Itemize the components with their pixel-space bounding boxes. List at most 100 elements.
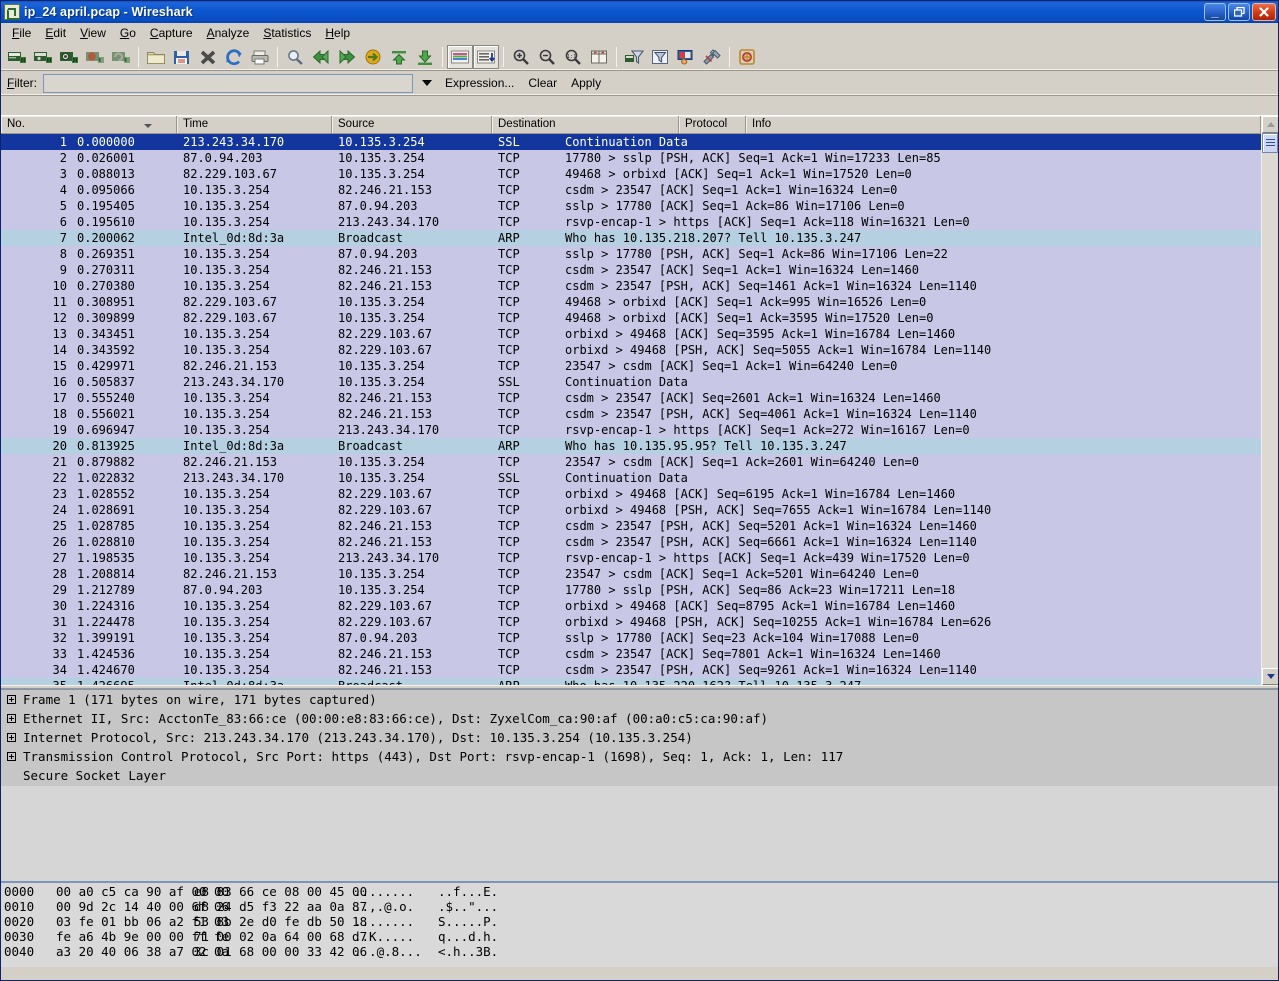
go-back-icon[interactable]	[308, 45, 334, 69]
packet-row[interactable]: 9 0.270311 10.135.3.254 82.246.21.153 TCP csd…	[1, 262, 1261, 278]
packet-row[interactable]: 32 1.399191 10.135.3.254 87.0.94.203 TCP sslp…	[1, 630, 1261, 646]
packet-bytes-hexdump[interactable]: 0000 00 a0 c5 ca 90 af 00 00e8 83 66 ce 0…	[1, 882, 1278, 967]
packet-row[interactable]: 15 0.429971 82.246.21.153 10.135.3.254 TCP 23…	[1, 358, 1261, 374]
menu-file[interactable]: File	[5, 24, 38, 42]
close-file-icon[interactable]	[195, 45, 221, 69]
menu-go[interactable]: Go	[113, 24, 143, 42]
packet-row[interactable]: 23 1.028552 10.135.3.254 82.229.103.67 TCP or…	[1, 486, 1261, 502]
detail-tree-node[interactable]: Internet Protocol, Src: 213.243.34.170 (…	[1, 728, 1278, 747]
packet-row[interactable]: 29 1.212789 87.0.94.203 10.135.3.254 TCP 1778…	[1, 582, 1261, 598]
packet-row[interactable]: 30 1.224316 10.135.3.254 82.229.103.67 TCP or…	[1, 598, 1261, 614]
zoom-out-icon[interactable]	[534, 45, 560, 69]
minimize-button[interactable]: _	[1204, 3, 1226, 21]
detail-tree-node[interactable]: Transmission Control Protocol, Src Port:…	[1, 747, 1278, 766]
packet-row[interactable]: 21 0.879882 82.246.21.153 10.135.3.254 TCP 23…	[1, 454, 1261, 470]
print-icon[interactable]	[247, 45, 273, 69]
save-file-icon[interactable]	[169, 45, 195, 69]
column-header-no[interactable]: No.	[1, 116, 177, 133]
packet-row[interactable]: 27 1.198535 10.135.3.254 213.243.34.170 TCP r…	[1, 550, 1261, 566]
packet-row[interactable]: 20 0.813925 Intel_0d:8d:3a Broadcast ARP Who …	[1, 438, 1261, 454]
list-interfaces-icon[interactable]	[4, 45, 30, 69]
packet-list-scrollbar[interactable]	[1261, 116, 1278, 685]
menu-statistics[interactable]: Statistics	[256, 24, 318, 42]
toolbar-separator	[616, 46, 617, 67]
packet-row[interactable]: 12 0.309899 82.229.103.67 10.135.3.254 TCP 49…	[1, 310, 1261, 326]
packet-row[interactable]: 8 0.269351 10.135.3.254 87.0.94.203 TCP sslp …	[1, 246, 1261, 262]
menu-capture[interactable]: Capture	[143, 24, 200, 42]
column-header-src[interactable]: Source	[332, 116, 492, 133]
detail-tree-node[interactable]: Secure Socket Layer	[1, 766, 1278, 785]
packet-row[interactable]: 14 0.343592 10.135.3.254 82.229.103.67 TCP or…	[1, 342, 1261, 358]
scrollbar-thumb[interactable]	[1262, 133, 1278, 153]
packet-row[interactable]: 28 1.208814 82.246.21.153 10.135.3.254 TCP 23…	[1, 566, 1261, 582]
menu-view[interactable]: View	[73, 24, 113, 42]
colorize-icon[interactable]	[447, 44, 473, 69]
clear-button[interactable]: Clear	[524, 76, 561, 90]
filter-input[interactable]	[43, 73, 414, 93]
zoom-in-icon[interactable]	[508, 45, 534, 69]
packet-row[interactable]: 34 1.424670 10.135.3.254 82.246.21.153 TCP cs…	[1, 662, 1261, 678]
go-to-first-icon[interactable]	[386, 45, 412, 69]
go-forward-icon[interactable]	[334, 45, 360, 69]
stop-capture-icon[interactable]	[82, 45, 108, 69]
capture-filter-icon[interactable]	[621, 45, 647, 69]
resize-columns-icon[interactable]	[586, 45, 612, 69]
packet-row[interactable]: 25 1.028785 10.135.3.254 82.246.21.153 TCP cs…	[1, 518, 1261, 534]
restart-capture-icon[interactable]	[108, 45, 134, 69]
reload-icon[interactable]	[221, 45, 247, 69]
go-to-packet-icon[interactable]	[360, 45, 386, 69]
apply-button[interactable]: Apply	[567, 76, 605, 90]
packet-row[interactable]: 10 0.270380 10.135.3.254 82.246.21.153 TCP cs…	[1, 278, 1261, 294]
zoom-reset-icon[interactable]: 1:1	[560, 45, 586, 69]
restore-button[interactable]	[1228, 3, 1250, 21]
expression-button[interactable]: Expression...	[441, 76, 518, 90]
preferences-icon[interactable]	[699, 45, 725, 69]
menu-edit[interactable]: Edit	[38, 24, 73, 42]
scroll-up-icon[interactable]	[1262, 116, 1278, 133]
packet-row[interactable]: 18 0.556021 10.135.3.254 82.246.21.153 TCP cs…	[1, 406, 1261, 422]
scrollbar-track[interactable]	[1262, 133, 1278, 668]
packet-row[interactable]: 2 0.026001 87.0.94.203 10.135.3.254 TCP 17780…	[1, 150, 1261, 166]
packet-row[interactable]: 13 0.343451 10.135.3.254 82.229.103.67 TCP or…	[1, 326, 1261, 342]
packet-row[interactable]: 7 0.200062 Intel_0d:8d:3a Broadcast ARP Who h…	[1, 230, 1261, 246]
display-filter-icon[interactable]	[647, 45, 673, 69]
column-header-dst[interactable]: Destination	[492, 116, 679, 133]
menu-help[interactable]: Help	[318, 24, 357, 42]
expand-plus-icon[interactable]	[7, 752, 16, 761]
column-header-time[interactable]: Time	[177, 116, 332, 133]
expand-plus-icon[interactable]	[7, 733, 16, 742]
find-packet-icon[interactable]	[282, 45, 308, 69]
packet-row[interactable]: 24 1.028691 10.135.3.254 82.229.103.67 TCP or…	[1, 502, 1261, 518]
packet-row[interactable]: 3 0.088013 82.229.103.67 10.135.3.254 TCP 494…	[1, 166, 1261, 182]
capture-options-icon[interactable]	[30, 45, 56, 69]
packet-row[interactable]: 1 0.000000 213.243.34.170 10.135.3.254 SSL Co…	[1, 134, 1261, 150]
start-capture-icon[interactable]	[56, 45, 82, 69]
packet-row[interactable]: 33 1.424536 10.135.3.254 82.246.21.153 TCP cs…	[1, 646, 1261, 662]
coloring-rules-icon[interactable]	[673, 45, 699, 69]
packet-row[interactable]: 17 0.555240 10.135.3.254 82.246.21.153 TCP cs…	[1, 390, 1261, 406]
column-header-proto[interactable]: Protocol	[679, 116, 746, 133]
column-header-info[interactable]: Info	[746, 116, 1261, 133]
scroll-down-icon[interactable]	[1262, 668, 1278, 685]
packet-row[interactable]: 16 0.505837 213.243.34.170 10.135.3.254 SSL C…	[1, 374, 1261, 390]
packet-row[interactable]: 19 0.696947 10.135.3.254 213.243.34.170 TCP r…	[1, 422, 1261, 438]
detail-tree-node[interactable]: Ethernet II, Src: AcctonTe_83:66:ce (00:…	[1, 709, 1278, 728]
go-to-last-icon[interactable]	[412, 45, 438, 69]
close-button[interactable]	[1252, 3, 1276, 21]
packet-row[interactable]: 31 1.224478 10.135.3.254 82.229.103.67 TCP or…	[1, 614, 1261, 630]
packet-row[interactable]: 11 0.308951 82.229.103.67 10.135.3.254 TCP 49…	[1, 294, 1261, 310]
auto-scroll-icon[interactable]	[473, 44, 499, 69]
menu-analyze[interactable]: Analyze	[200, 24, 257, 42]
packet-row[interactable]: 6 0.195610 10.135.3.254 213.243.34.170 TCP rs…	[1, 214, 1261, 230]
open-file-icon[interactable]	[143, 45, 169, 69]
help-icon[interactable]	[734, 45, 760, 69]
packet-row[interactable]: 351.426695Intel_0d:8d:3aBroadcastARPWho …	[1, 678, 1261, 685]
packet-row[interactable]: 5 0.195405 10.135.3.254 87.0.94.203 TCP sslp …	[1, 198, 1261, 214]
expand-plus-icon[interactable]	[7, 714, 16, 723]
packet-row[interactable]: 26 1.028810 10.135.3.254 82.246.21.153 TCP cs…	[1, 534, 1261, 550]
chevron-down-icon[interactable]	[419, 75, 435, 91]
expand-plus-icon[interactable]	[7, 695, 16, 704]
detail-tree-node[interactable]: Frame 1 (171 bytes on wire, 171 bytes ca…	[1, 690, 1278, 709]
packet-row[interactable]: 22 1.022832 213.243.34.170 10.135.3.254 SSL C…	[1, 470, 1261, 486]
packet-row[interactable]: 4 0.095066 10.135.3.254 82.246.21.153 TCP csd…	[1, 182, 1261, 198]
